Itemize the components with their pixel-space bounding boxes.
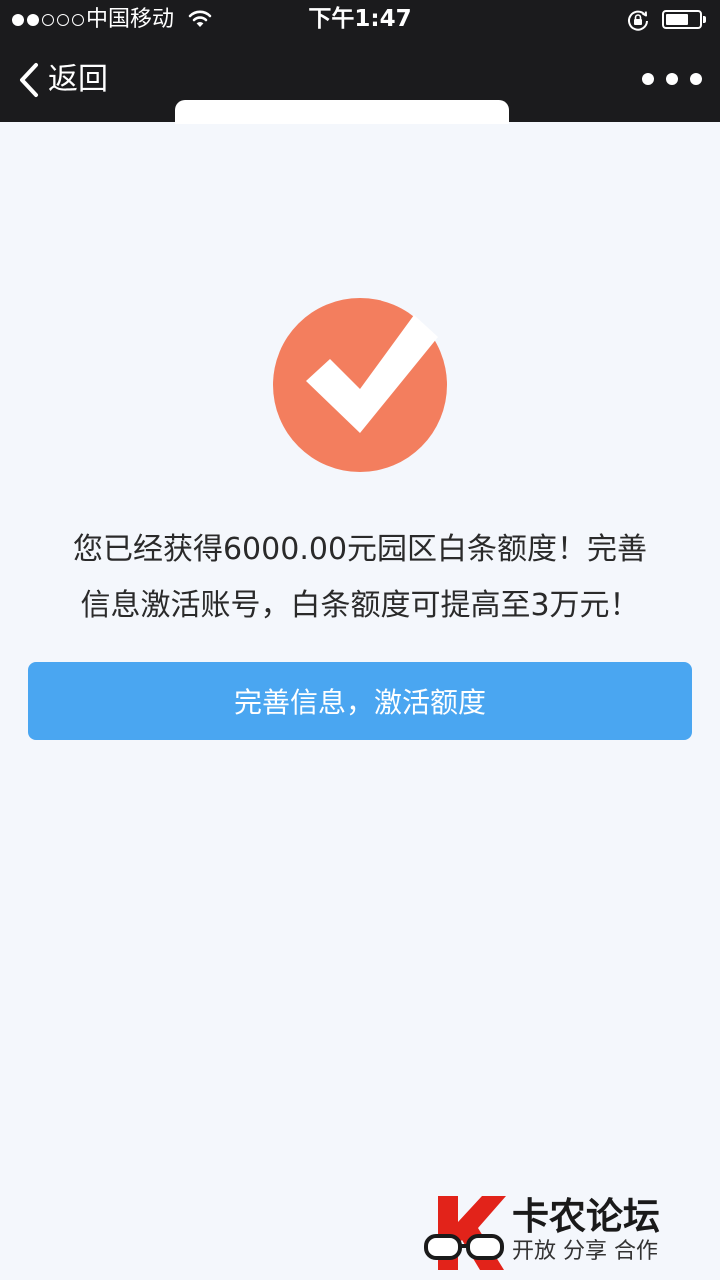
watermark: 卡农论坛 开放 分享 合作 [424,1192,684,1274]
message-line-1: 您已经获得6000.00元园区白条额度！完善 [72,532,648,567]
orientation-lock-icon [626,8,650,38]
activate-quota-button[interactable]: 完善信息，激活额度 [28,662,692,740]
status-time: 下午1:47 [308,6,412,32]
k-logo-icon [424,1196,506,1270]
title-mask [175,100,509,124]
back-label: 返回 [48,62,108,97]
status-bar: 中国移动 下午1:47 [0,0,720,40]
chevron-left-icon [18,62,40,98]
battery-icon [662,10,706,29]
more-dots-icon[interactable] [642,64,702,94]
watermark-slogan: 开放 分享 合作 [512,1239,658,1264]
success-message: 您已经获得6000.00元园区白条额度！完善 信息激活账号，白条额度可提高至3万… [20,522,700,634]
back-button[interactable]: 返回 [18,56,108,104]
check-circle-icon [272,297,448,473]
watermark-title: 卡农论坛 [512,1195,660,1238]
message-line-2: 信息激活账号，白条额度可提高至3万元！ [80,588,640,623]
battery-level [666,14,688,25]
screen: 中国移动 下午1:47 返回 您已经获得6000.00元园区白条额度！完善 信息… [0,0,720,1280]
